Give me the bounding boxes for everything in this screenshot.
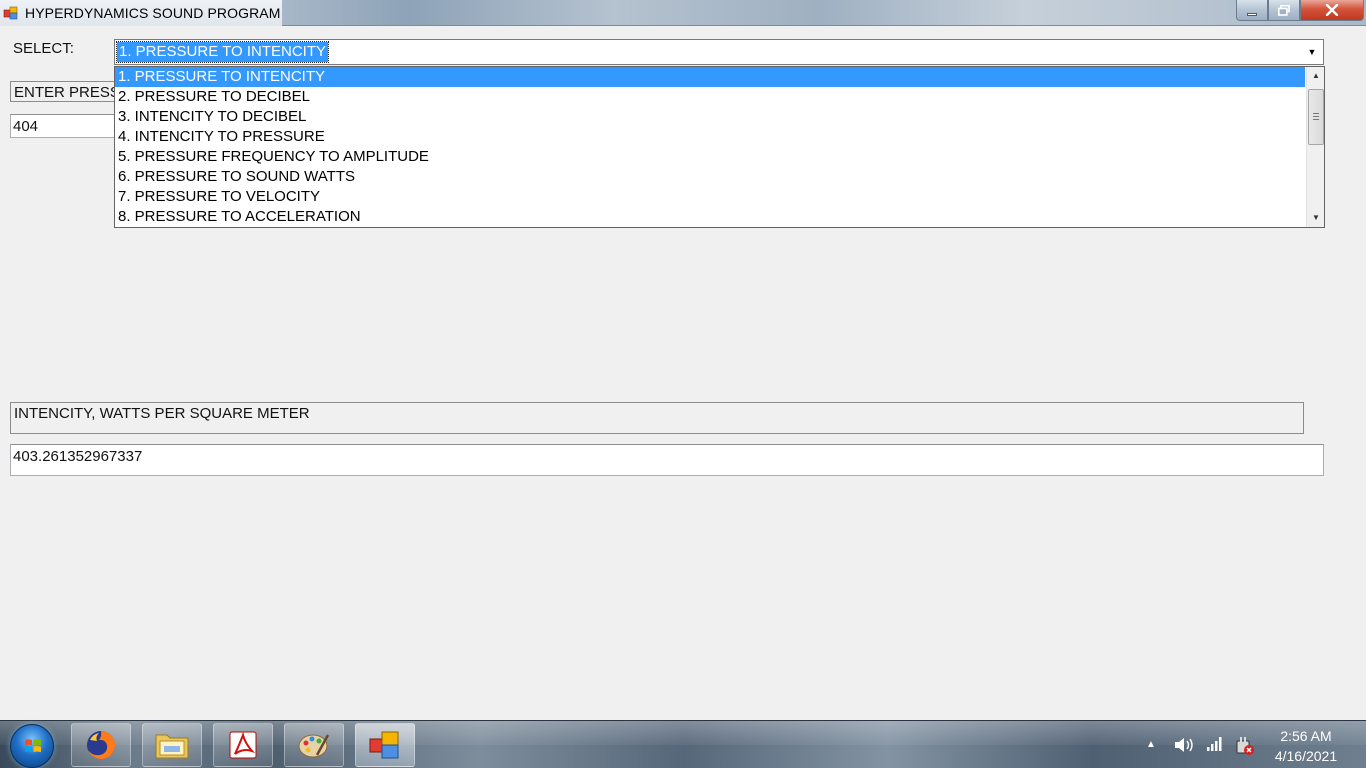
restore-button[interactable] bbox=[1268, 0, 1300, 21]
windows-logo-icon bbox=[25, 739, 41, 753]
grip-line bbox=[1313, 116, 1319, 117]
dropdown-option-7[interactable]: 7. PRESSURE TO VELOCITY bbox=[115, 187, 1305, 207]
taskbar-paint[interactable] bbox=[284, 723, 344, 767]
dropdown-option-4[interactable]: 4. INTENCITY TO PRESSURE bbox=[115, 127, 1305, 147]
system-clock[interactable]: 2:56 AM 4/16/2021 bbox=[1262, 726, 1350, 766]
dropdown-option-2[interactable]: 2. PRESSURE TO DECIBEL bbox=[115, 87, 1305, 107]
scroll-down-icon[interactable]: ▼ bbox=[1307, 209, 1325, 226]
taskbar-file-explorer[interactable] bbox=[142, 723, 202, 767]
clock-time: 2:56 AM bbox=[1280, 728, 1332, 744]
restore-icon bbox=[1278, 4, 1290, 16]
conversion-select-value: 1. PRESSURE TO INTENCITY bbox=[116, 41, 329, 63]
show-hidden-icons-arrow[interactable]: ▲ bbox=[1146, 739, 1156, 750]
hyperdynamics-app-icon bbox=[369, 731, 399, 759]
taskbar-firefox[interactable] bbox=[71, 723, 131, 767]
chevron-down-icon[interactable]: ▼ bbox=[1302, 41, 1322, 63]
network-signal-icon[interactable] bbox=[1206, 736, 1224, 752]
app-icon bbox=[3, 6, 18, 20]
file-explorer-icon bbox=[155, 734, 189, 759]
minimize-button[interactable] bbox=[1236, 0, 1268, 21]
close-icon bbox=[1325, 4, 1339, 16]
conversion-dropdown-list[interactable]: 1. PRESSURE TO INTENCITY 2. PRESSURE TO … bbox=[114, 66, 1325, 228]
output-field[interactable]: 403.261352967337 bbox=[10, 444, 1324, 476]
dropdown-scrollbar[interactable]: ▲ ▼ bbox=[1306, 67, 1324, 227]
acrobat-reader-icon bbox=[229, 731, 257, 759]
scroll-up-icon[interactable]: ▲ bbox=[1307, 67, 1325, 84]
firefox-icon bbox=[87, 730, 116, 759]
dropdown-option-6[interactable]: 6. PRESSURE TO SOUND WATTS bbox=[115, 167, 1305, 187]
clock-date: 4/16/2021 bbox=[1274, 748, 1338, 764]
volume-icon[interactable] bbox=[1173, 736, 1195, 754]
grip-line bbox=[1313, 119, 1319, 120]
power-icon[interactable] bbox=[1234, 736, 1256, 756]
dropdown-option-3[interactable]: 3. INTENCITY TO DECIBEL bbox=[115, 107, 1305, 127]
taskbar-hyperdynamics[interactable] bbox=[355, 723, 415, 767]
taskbar-acrobat[interactable] bbox=[213, 723, 273, 767]
select-label: SELECT: bbox=[13, 40, 74, 57]
dropdown-option-5[interactable]: 5. PRESSURE FREQUENCY TO AMPLITUDE bbox=[115, 147, 1305, 167]
conversion-select[interactable]: 1. PRESSURE TO INTENCITY ▼ bbox=[114, 39, 1324, 65]
title-bar[interactable]: HYPERDYNAMICS SOUND PROGRAM bbox=[0, 0, 1366, 26]
minimize-icon bbox=[1247, 12, 1257, 16]
dropdown-option-1[interactable]: 1. PRESSURE TO INTENCITY bbox=[115, 67, 1305, 87]
start-button[interactable] bbox=[10, 724, 54, 768]
close-button[interactable] bbox=[1300, 0, 1364, 21]
taskbar: ▲ 2:56 AM 4/16/2021 bbox=[0, 720, 1366, 768]
dropdown-option-8[interactable]: 8. PRESSURE TO ACCELERATION bbox=[115, 207, 1305, 227]
scroll-thumb[interactable] bbox=[1308, 89, 1324, 145]
window-title: HYPERDYNAMICS SOUND PROGRAM bbox=[25, 5, 281, 21]
grip-line bbox=[1313, 113, 1319, 114]
paint-icon bbox=[298, 734, 330, 758]
output-label: INTENCITY, WATTS PER SQUARE METER bbox=[10, 402, 1304, 434]
